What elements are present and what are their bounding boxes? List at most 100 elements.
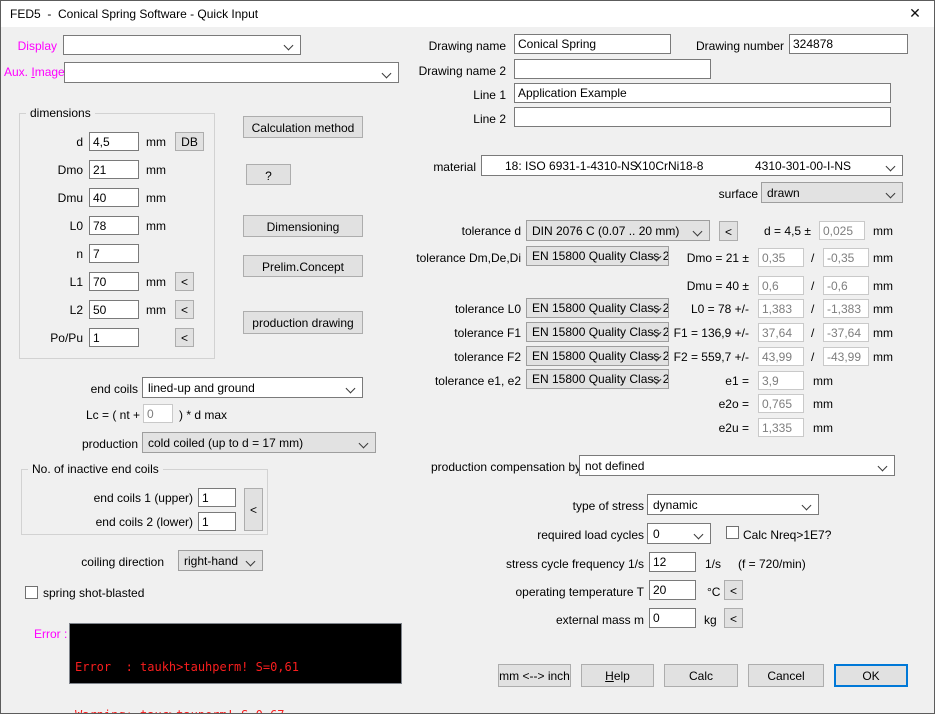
mass-label: external mass m <box>481 613 644 627</box>
drawing-name-label: Drawing name <box>421 39 506 53</box>
error-label: Error : <box>34 627 67 641</box>
slash: / <box>811 302 814 316</box>
dim-l1-arrow-button[interactable]: < <box>175 272 194 291</box>
tolerance-f2-minus <box>823 347 869 366</box>
drawing-number-input[interactable] <box>789 34 908 54</box>
tolerance-l0-minus <box>823 299 869 318</box>
temperature-arrow-button[interactable]: < <box>724 580 743 600</box>
dim-l0-input[interactable] <box>89 216 139 235</box>
mass-input[interactable] <box>649 608 696 628</box>
lc-input <box>143 404 173 423</box>
ok-button[interactable]: OK <box>834 664 908 687</box>
tolerance-e2u-eq: e2u = <box>651 421 749 435</box>
drawing-name2-input[interactable] <box>514 59 711 79</box>
surface-combobox[interactable]: drawn <box>761 182 903 203</box>
dimensions-legend: dimensions <box>26 106 95 120</box>
shot-blasted-checkbox[interactable] <box>25 586 38 599</box>
error-line-2: Warning: tauc>tauperm! S=0,67 <box>75 707 396 714</box>
temperature-input[interactable] <box>649 580 696 600</box>
cancel-button[interactable]: Cancel <box>748 664 824 687</box>
coiling-direction-combobox[interactable]: right-hand <box>178 550 263 571</box>
tolerance-f2-label: tolerance F2 <box>361 350 521 364</box>
help-button[interactable]: Help <box>581 664 654 687</box>
load-cycles-combobox[interactable]: 0 <box>647 523 711 544</box>
aux-image-combobox[interactable] <box>64 62 399 83</box>
tolerance-l0-label: tolerance L0 <box>361 302 521 316</box>
type-of-stress-combobox[interactable]: dynamic <box>647 494 819 515</box>
tolerance-e2o-eq: e2o = <box>651 397 749 411</box>
temperature-unit: °C <box>707 585 720 599</box>
end-coils-combobox[interactable]: lined-up and ground <box>142 377 363 398</box>
dim-l2-arrow-button[interactable]: < <box>175 300 194 319</box>
drawing-name-input[interactable] <box>514 34 671 54</box>
mass-arrow-button[interactable]: < <box>724 608 743 628</box>
chevron-down-icon <box>246 557 256 567</box>
dim-popu-arrow-button[interactable]: < <box>175 328 194 347</box>
question-button[interactable]: ? <box>246 164 291 185</box>
dim-d-label: d <box>21 135 83 149</box>
tolerance-d-combobox[interactable]: DIN 2076 C (0.07 .. 20 mm) <box>526 220 710 241</box>
tolerance-e1-value <box>758 371 804 390</box>
end-coils2-label: end coils 2 (lower) <box>51 515 193 529</box>
tolerance-dmu-minus <box>823 276 869 295</box>
slash: / <box>811 350 814 364</box>
surface-label: surface <box>691 187 758 201</box>
display-label: Display <box>11 39 57 53</box>
chevron-down-icon <box>886 189 896 199</box>
dim-dmo-input[interactable] <box>89 160 139 179</box>
close-icon[interactable]: ✕ <box>902 5 928 24</box>
chevron-down-icon <box>284 41 294 51</box>
end-coils2-input[interactable] <box>198 512 236 531</box>
slash: / <box>811 326 814 340</box>
production-combobox[interactable]: cold coiled (up to d = 17 mm) <box>142 432 376 453</box>
display-combobox[interactable] <box>63 35 301 55</box>
tolerance-dmo-plus <box>758 248 804 267</box>
calc-nreq-checkbox[interactable] <box>726 526 739 539</box>
frequency-note: (f = 720/min) <box>738 557 806 571</box>
mass-unit: kg <box>704 613 717 627</box>
dim-l1-unit: mm <box>146 275 166 289</box>
tolerance-e1e2-label: tolerance e1, e2 <box>361 374 521 388</box>
material-combobox[interactable]: 18: ISO 6931-1-4310-NS X10CrNi18-8 4310-… <box>481 155 903 176</box>
end-coils1-input[interactable] <box>198 488 236 507</box>
tolerance-f1-eq: F1 = 136,9 +/- <box>616 326 749 340</box>
tolerance-e2u-unit: mm <box>813 421 833 435</box>
line2-input[interactable] <box>514 107 891 127</box>
tolerance-e1e2-combobox[interactable]: EN 15800 Quality Class 2 <box>526 369 669 389</box>
tolerance-e2u-value <box>758 418 804 437</box>
frequency-input[interactable] <box>649 552 696 572</box>
title-bar: FED5 - Conical Spring Software - Quick I… <box>1 1 934 27</box>
chevron-down-icon <box>382 69 392 79</box>
tolerance-e2o-unit: mm <box>813 397 833 411</box>
dim-popu-input[interactable] <box>89 328 139 347</box>
load-cycles-label: required load cycles <box>481 528 644 542</box>
tolerance-e2o-value <box>758 394 804 413</box>
shot-blasted-label: spring shot-blasted <box>43 586 144 600</box>
inactive-coils-arrow-button[interactable]: < <box>244 488 263 531</box>
calc-button[interactable]: Calc <box>664 664 738 687</box>
dim-dmu-input[interactable] <box>89 188 139 207</box>
compensation-label: production compensation by <box>431 460 574 474</box>
prelim-concept-button[interactable]: Prelim.Concept <box>243 255 363 277</box>
mm-inch-button[interactable]: mm <--> inch <box>498 664 571 687</box>
temperature-label: operating temperature T <box>481 585 644 599</box>
production-drawing-button[interactable]: production drawing <box>243 311 363 334</box>
line2-label: Line 2 <box>446 112 506 126</box>
db-button[interactable]: DB <box>175 132 204 151</box>
dim-n-label: n <box>21 247 83 261</box>
dim-l1-input[interactable] <box>89 272 139 291</box>
line1-input[interactable] <box>514 83 891 103</box>
dim-n-input[interactable] <box>89 244 139 263</box>
dimensioning-button[interactable]: Dimensioning <box>243 215 363 237</box>
type-of-stress-label: type of stress <box>501 499 644 513</box>
dim-l2-input[interactable] <box>89 300 139 319</box>
tolerance-f2-eq: F2 = 559,7 +/- <box>616 350 749 364</box>
tolerance-f1-plus <box>758 323 804 342</box>
dim-l1-label: L1 <box>21 275 83 289</box>
chevron-down-icon <box>359 439 369 449</box>
end-coils1-label: end coils 1 (upper) <box>51 491 193 505</box>
tolerance-dmu-unit: mm <box>873 279 893 293</box>
calculation-method-button[interactable]: Calculation method <box>243 116 363 138</box>
dim-d-input[interactable] <box>89 132 139 151</box>
compensation-combobox[interactable]: not defined <box>579 455 895 476</box>
